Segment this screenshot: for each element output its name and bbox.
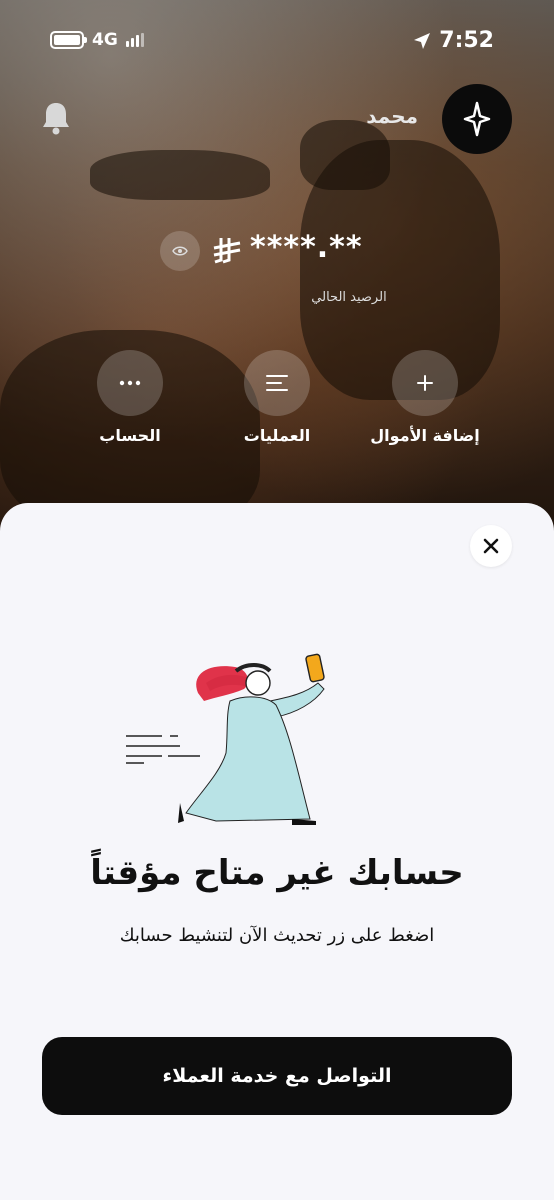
close-button[interactable] — [470, 525, 512, 567]
more-dots-icon — [97, 350, 163, 416]
contact-support-button[interactable]: التواصل مع خدمة العملاء — [42, 1037, 512, 1115]
balance-value: ****.** — [250, 230, 363, 265]
eye-icon — [172, 246, 188, 256]
balance-row: ****.** — [160, 226, 400, 276]
user-name: محمد — [366, 104, 418, 128]
clock: 7:52 — [439, 28, 494, 53]
sheet-title: حسابك غير متاح مؤقتاً — [90, 853, 464, 893]
riyal-symbol-icon — [213, 238, 241, 264]
sheet-subtitle: اضغط على زر تحديث الآن لتنشيط حسابك — [119, 925, 435, 946]
plus-icon — [392, 350, 458, 416]
network-type: 4G — [92, 30, 118, 50]
location-arrow-icon — [414, 32, 431, 49]
add-funds-button[interactable]: إضافة الأموال — [365, 350, 485, 445]
transactions-label: العمليات — [243, 426, 311, 445]
contact-support-label: التواصل مع خدمة العملاء — [162, 1065, 392, 1087]
add-funds-label: إضافة الأموال — [370, 426, 480, 445]
balance-label-text: الرصيد الحالي — [311, 290, 387, 305]
app-logo[interactable] — [442, 84, 512, 154]
account-button[interactable]: الحساب — [70, 350, 190, 445]
list-icon — [244, 350, 310, 416]
balance-label: الرصيد الحالي — [0, 290, 554, 305]
running-man-illustration — [126, 653, 325, 825]
star-logo-icon — [463, 101, 491, 137]
signal-icon — [125, 33, 144, 47]
account-label: الحساب — [99, 426, 161, 445]
toggle-balance-button[interactable] — [160, 231, 200, 271]
status-bar: 4G 7:52 — [0, 0, 554, 82]
battery-icon — [50, 31, 87, 49]
bottom-sheet: حسابك غير متاح مؤقتاً اضغط على زر تحديث … — [0, 503, 554, 1200]
close-icon — [483, 538, 499, 554]
notification-bell-icon[interactable] — [40, 100, 72, 136]
transactions-button[interactable]: العمليات — [217, 350, 337, 445]
